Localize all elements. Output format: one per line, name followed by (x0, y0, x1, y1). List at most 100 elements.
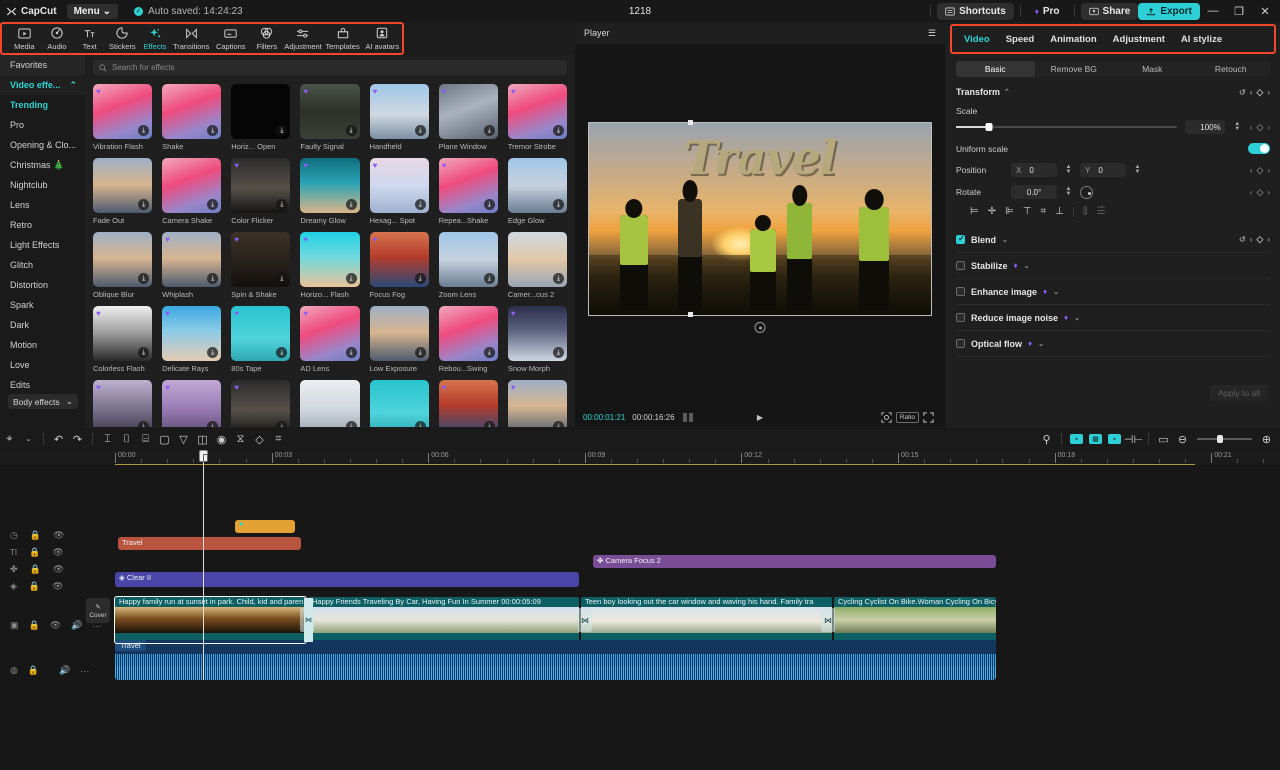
rotate-dial[interactable] (1080, 185, 1093, 199)
record-voiceover-icon[interactable]: ⚲ (1037, 428, 1056, 450)
tab-ai-avatars[interactable]: AI avatars (362, 27, 402, 51)
video-clip[interactable]: Teen boy looking out the car window and … (581, 597, 832, 643)
rotate-input[interactable]: 0.0° (1011, 185, 1057, 199)
keyframe-next-icon[interactable]: › (1267, 123, 1270, 132)
tab-audio[interactable]: Audio (41, 27, 74, 51)
chevron-down-icon[interactable]: ⌄ (1002, 236, 1008, 244)
tab-media[interactable]: Media (8, 27, 41, 51)
auto-cut-end-icon[interactable]: ▪ (1105, 428, 1124, 450)
keyframe-icon[interactable]: ◇ (1256, 122, 1263, 133)
chevron-down-icon[interactable]: ⌄ (1053, 288, 1059, 296)
sidebar-item-love[interactable]: Love (0, 355, 85, 375)
scale-slider-knob[interactable] (985, 123, 993, 131)
sidebar-item-lens[interactable]: Lens (0, 195, 85, 215)
checkbox[interactable] (956, 339, 965, 348)
keyframe-next-icon[interactable]: › (1267, 166, 1270, 175)
download-icon[interactable]: ⤓ (483, 199, 495, 210)
keyframe-prev-icon[interactable]: ‹ (1250, 88, 1253, 97)
lock-icon[interactable]: 🔒 (29, 581, 40, 592)
effect-thumbnail[interactable]: ⤓ (369, 380, 429, 427)
effect-card[interactable]: ♥ ⤓ (438, 380, 498, 427)
effect-card[interactable]: ⤓ Zoom Lens (438, 232, 498, 299)
download-icon[interactable]: ⤓ (138, 199, 150, 210)
effect-card[interactable]: ♥ ⤓ Dreamy Glow (300, 158, 360, 225)
effect-thumbnail[interactable]: ⤓ (93, 232, 153, 287)
align-bottom-icon[interactable]: ⊥ (1055, 206, 1064, 217)
sidebar-item-nightclub[interactable]: Nightclub (0, 175, 85, 195)
sidebar-item-edits[interactable]: Edits (0, 375, 85, 395)
effect-thumbnail[interactable]: ♥ ⤓ (438, 158, 498, 213)
download-icon[interactable]: ⤓ (207, 199, 219, 210)
resize-handle-bl[interactable] (688, 312, 693, 317)
favorite-heart-icon[interactable]: ♥ (442, 87, 451, 96)
maximize-button[interactable]: ❐ (1226, 0, 1252, 22)
crop-icon[interactable]: ⌗ (269, 428, 288, 450)
timeline-zoom-slider[interactable] (1197, 435, 1252, 443)
download-icon[interactable]: ⤓ (414, 347, 426, 358)
effect-thumbnail[interactable]: ♥ ⤓ (162, 306, 222, 361)
download-icon[interactable]: ⤓ (276, 347, 288, 358)
reset-icon[interactable]: ↺ (1239, 88, 1246, 97)
effect-card[interactable]: ⤓ Camer...cus 2 (507, 232, 567, 299)
inspector-subtab-basic[interactable]: Basic (956, 61, 1035, 77)
download-icon[interactable]: ⤓ (276, 273, 288, 284)
effect-thumbnail[interactable]: ⤓ (93, 158, 153, 213)
checkbox[interactable] (956, 261, 965, 270)
rotate-stepper[interactable]: ▲ ▼ (1064, 186, 1073, 197)
zoom-out-icon[interactable]: ⊖ (1173, 428, 1192, 450)
position-x-stepper[interactable]: ▲ ▼ (1064, 164, 1073, 175)
effect-thumbnail[interactable]: ♥ ⤓ (231, 232, 291, 287)
effect-card[interactable]: ♥ ⤓ Snow Morph (507, 306, 567, 373)
align-top-icon[interactable]: ⊤ (1023, 206, 1032, 217)
freeze-icon[interactable]: ⧖ (231, 428, 250, 450)
favorite-heart-icon[interactable]: ♥ (303, 161, 312, 170)
lock-icon[interactable]: 🔒 (28, 665, 39, 676)
favorite-heart-icon[interactable]: ♥ (373, 235, 382, 244)
lock-icon[interactable]: 🔒 (29, 620, 40, 631)
favorite-heart-icon[interactable]: ♥ (373, 87, 382, 96)
effect-card[interactable]: ⤓ Horiz... Open (231, 84, 291, 151)
download-icon[interactable]: ⤓ (345, 199, 357, 210)
download-icon[interactable]: ⤓ (414, 273, 426, 284)
favorite-heart-icon[interactable]: ♥ (234, 235, 243, 244)
search-effects-field[interactable]: Search for effects (93, 60, 567, 75)
play-button[interactable]: ▶ (751, 410, 769, 424)
favorite-heart-icon[interactable]: ♥ (165, 383, 174, 392)
align-right-icon[interactable]: ⊫ (1005, 206, 1014, 217)
eye-icon[interactable]: 👁 (50, 620, 61, 631)
sidebar-item-pro[interactable]: Pro (0, 115, 85, 135)
uniform-scale-toggle[interactable] (1248, 143, 1270, 154)
text-clip[interactable]: Travel (118, 537, 301, 550)
favorite-heart-icon[interactable]: ♥ (96, 87, 105, 96)
effect-card[interactable]: ♥ ⤓ (162, 380, 222, 427)
playhead[interactable] (199, 450, 208, 680)
body-effects-dropdown[interactable]: Body effects ⌄ (8, 394, 78, 409)
effect-card[interactable]: ⤓ Fade Out (93, 158, 153, 225)
effect-card[interactable]: ♥ ⤓ Focus Fog (369, 232, 429, 299)
timeline-zoom-knob[interactable] (1216, 435, 1223, 443)
sidebar-item-dark[interactable]: Dark (0, 315, 85, 335)
effect-card[interactable]: ♥ ⤓ Faulty Signal (300, 84, 360, 151)
favorite-heart-icon[interactable]: ♥ (234, 161, 243, 170)
download-icon[interactable]: ⤓ (552, 125, 564, 136)
download-icon[interactable]: ⤓ (483, 273, 495, 284)
download-icon[interactable]: ⤓ (345, 347, 357, 358)
favorite-heart-icon[interactable]: ♥ (442, 161, 451, 170)
effect-thumbnail[interactable]: ♥ ⤓ (300, 158, 360, 213)
favorite-heart-icon[interactable]: ♥ (511, 87, 520, 96)
rotate-icon[interactable]: ◇ (250, 428, 269, 450)
sidebar-item-opening-clo[interactable]: Opening & Clo... (0, 135, 85, 155)
effect-thumbnail[interactable]: ♥ ⤓ (507, 380, 567, 427)
keyframe-next-icon[interactable]: › (1267, 235, 1270, 244)
align-middle-vertical-icon[interactable]: ⌗ (1041, 206, 1047, 217)
sidebar-item-favorites[interactable]: Favorites (0, 55, 85, 75)
eye-icon[interactable]: 👁 (52, 547, 63, 558)
effect-thumbnail[interactable]: ♥ ⤓ (369, 158, 429, 213)
download-icon[interactable]: ⤓ (483, 421, 495, 427)
undo-icon[interactable]: ↶ (49, 428, 68, 450)
effect-thumbnail[interactable]: ♥ ⤓ (507, 306, 567, 361)
effect-thumbnail[interactable]: ⤓ (438, 232, 498, 287)
favorite-heart-icon[interactable]: ♥ (373, 161, 382, 170)
mask-icon[interactable]: ▽ (174, 428, 193, 450)
effect-card[interactable]: ♥ ⤓ Spin & Shake (231, 232, 291, 299)
